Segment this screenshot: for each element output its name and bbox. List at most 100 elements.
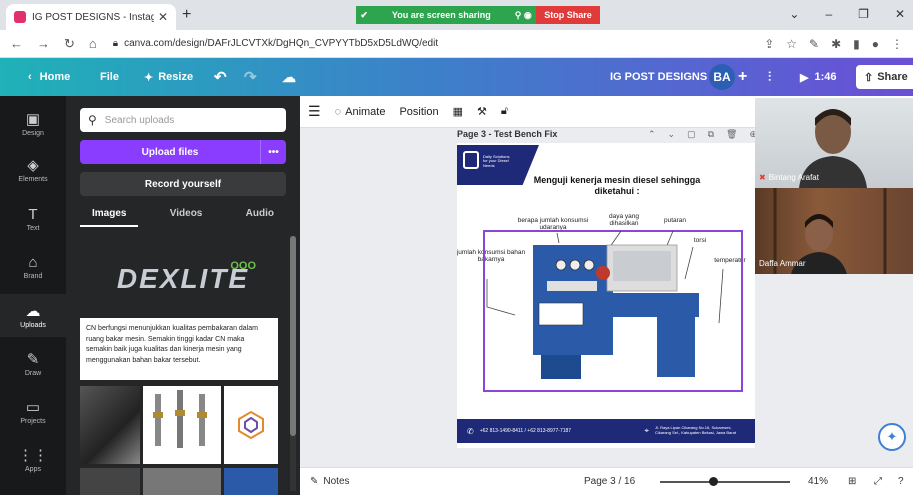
- browser-tabbar: IG POST DESIGNS - Instagram Po ✕ + ✔ You…: [0, 0, 913, 30]
- zoom-slider[interactable]: [660, 481, 790, 483]
- footer-address[interactable]: Jl. Raya Lipan Cikarang No.16, Sukaresmi…: [655, 425, 745, 436]
- forward-icon[interactable]: →: [37, 36, 50, 52]
- rail-apps[interactable]: ⋮⋮ Apps: [0, 446, 66, 473]
- design-page[interactable]: Daily Solutions for your Diesel Needs Me…: [457, 143, 755, 448]
- zoom-level[interactable]: 41%: [808, 476, 828, 487]
- lock-element-icon[interactable]: 🔓︎: [501, 105, 508, 118]
- home-icon[interactable]: ⌂: [89, 36, 97, 52]
- rail-text[interactable]: T Text: [0, 206, 66, 232]
- home-button[interactable]: ‹ Home: [28, 58, 70, 96]
- redo-icon[interactable]: ↷: [244, 58, 257, 96]
- canva-topbar: ‹ Home File ✦ Resize ↶ ↷ ☁ IG POST DESIG…: [0, 58, 913, 96]
- project-name[interactable]: IG POST DESIGNS: [610, 58, 707, 96]
- rail-draw[interactable]: ✎ Draw: [0, 350, 66, 377]
- brand-icon: ⌂: [28, 254, 38, 271]
- magic-assistant-icon[interactable]: ✦: [878, 423, 906, 451]
- share-button[interactable]: ⇧ Share: [856, 65, 913, 89]
- share-page-icon[interactable]: ⇪: [764, 37, 774, 51]
- upload-image-cn-text[interactable]: CN berfungsi menunjukkan kualitas pembak…: [80, 318, 278, 380]
- design-footer: ✆ +62 813-1490-8411 / +62 813-8977-7187 …: [457, 419, 755, 443]
- sidebar-icon[interactable]: ▮: [853, 37, 860, 51]
- close-window-icon[interactable]: ✕: [895, 7, 905, 21]
- editor-footer: ✎ Notes Page 3 / 16 41% ⊞ ⤢ ?: [300, 467, 913, 495]
- puzzle-extensions-icon[interactable]: ✱: [831, 37, 841, 51]
- reload-icon[interactable]: ↻: [64, 36, 75, 52]
- analytics-icon[interactable]: ⫶: [768, 58, 771, 96]
- record-yourself-button[interactable]: Record yourself: [80, 172, 286, 196]
- position-button[interactable]: Position: [399, 106, 438, 118]
- rail-uploads[interactable]: ☁ Uploads: [0, 294, 66, 337]
- grid-view-icon[interactable]: ⊞: [848, 476, 856, 487]
- close-tab-icon[interactable]: ✕: [158, 10, 168, 24]
- undo-icon[interactable]: ↶: [214, 58, 227, 96]
- tab-videos[interactable]: Videos: [158, 208, 215, 227]
- screen-share-banner: ✔ You are screen sharing ⚲ ◉ Stop Share: [356, 6, 600, 24]
- resize-icon: ✦: [144, 71, 154, 84]
- search-placeholder: Search uploads: [104, 114, 175, 126]
- upload-image-dexlite[interactable]: DEXLITE OOO: [80, 248, 286, 310]
- upload-files-button[interactable]: Upload files •••: [80, 140, 286, 164]
- extension-icon[interactable]: ✎: [809, 37, 819, 51]
- browser-menu-icon[interactable]: ⋮: [891, 37, 903, 51]
- cloud-save-icon[interactable]: ☁: [282, 58, 296, 96]
- tab-list-icon[interactable]: ⌄: [789, 7, 799, 21]
- upload-image-parts[interactable]: [143, 468, 221, 495]
- back-icon[interactable]: ←: [10, 36, 23, 52]
- add-people-button[interactable]: +: [738, 58, 747, 96]
- new-tab-icon[interactable]: +: [182, 6, 191, 24]
- rail-brand[interactable]: ⌂ Brand: [0, 254, 66, 280]
- delete-page-icon[interactable]: 🗑︎: [726, 129, 737, 140]
- minimize-icon[interactable]: –: [825, 7, 832, 21]
- chevron-up-icon[interactable]: ⌃: [648, 129, 656, 140]
- footer-phone[interactable]: +62 813-1490-8411 / +62 813-8977-7187: [480, 428, 639, 434]
- upload-image-logo[interactable]: [224, 386, 278, 464]
- avatar[interactable]: BA: [709, 64, 735, 90]
- home-label: Home: [39, 71, 71, 83]
- paint-format-icon[interactable]: ⚒: [477, 105, 487, 118]
- page-title[interactable]: Page 3 - Test Bench Fix: [457, 129, 557, 139]
- participant-name-2: Daffa Ammar: [759, 259, 806, 268]
- present-button[interactable]: ▶ 1:46: [800, 58, 837, 96]
- url-field[interactable]: 🔒︎ canva.com/design/DAFrJLCVTXk/DgHQn_CV…: [113, 38, 764, 49]
- rail-elements[interactable]: ◈ Elements: [0, 156, 66, 183]
- animate-button[interactable]: ◌ Animate: [335, 106, 386, 118]
- hide-page-icon[interactable]: ▢: [687, 129, 696, 140]
- duplicate-page-icon[interactable]: ⧉: [708, 129, 714, 140]
- tab-audio[interactable]: Audio: [234, 208, 286, 227]
- tab-images[interactable]: Images: [80, 208, 139, 227]
- chevron-down-icon[interactable]: ⌄: [668, 129, 676, 140]
- profile-icon[interactable]: ●: [872, 37, 879, 51]
- transparency-icon[interactable]: ▦: [453, 105, 463, 118]
- help-icon[interactable]: ?: [898, 476, 904, 487]
- upload-image-engine[interactable]: [80, 386, 140, 464]
- video-tile-daffa[interactable]: Daffa Ammar: [755, 188, 913, 274]
- zoom-slider-knob[interactable]: [709, 477, 719, 486]
- more-options-button[interactable]: •••: [260, 140, 286, 164]
- test-bench-illustration[interactable]: [457, 143, 755, 448]
- bookmark-star-icon[interactable]: ☆: [786, 37, 797, 51]
- animate-label: Animate: [345, 105, 386, 118]
- fullscreen-icon[interactable]: ⤢: [874, 476, 882, 487]
- rail-design[interactable]: ▣ Design: [0, 110, 66, 137]
- video-tile-bintang[interactable]: ✖ Bintang Arafat: [755, 98, 913, 188]
- stop-share-button[interactable]: Stop Share: [536, 6, 600, 24]
- hamburger-menu-icon[interactable]: ☰: [308, 103, 321, 120]
- upload-image-injectors[interactable]: [143, 386, 221, 464]
- url-text: canva.com/design/DAFrJLCVTXk/DgHQn_CVPYY…: [124, 38, 439, 49]
- upload-image-machine[interactable]: [224, 468, 278, 495]
- upload-share-icon: ⇧: [864, 71, 874, 84]
- page-indicator[interactable]: Page 3 / 16: [584, 476, 635, 487]
- upload-image-workshop[interactable]: [80, 468, 140, 495]
- maximize-icon[interactable]: ❐: [858, 7, 869, 21]
- file-menu[interactable]: File: [100, 58, 119, 96]
- notes-button[interactable]: ✎ Notes: [310, 476, 350, 487]
- share-label: Share: [877, 71, 908, 83]
- rail-projects[interactable]: ▭ Projects: [0, 398, 66, 425]
- rail-label: Uploads: [20, 322, 46, 329]
- panel-scroll-thumb[interactable]: [290, 236, 296, 436]
- browser-tab[interactable]: IG POST DESIGNS - Instagram Po ✕: [6, 4, 176, 30]
- mic-toggle-icon[interactable]: ⚲ ◉: [515, 10, 532, 21]
- play-icon: ▶: [800, 71, 809, 84]
- resize-button[interactable]: ✦ Resize: [144, 58, 193, 96]
- search-input[interactable]: ⚲ Search uploads: [80, 108, 286, 132]
